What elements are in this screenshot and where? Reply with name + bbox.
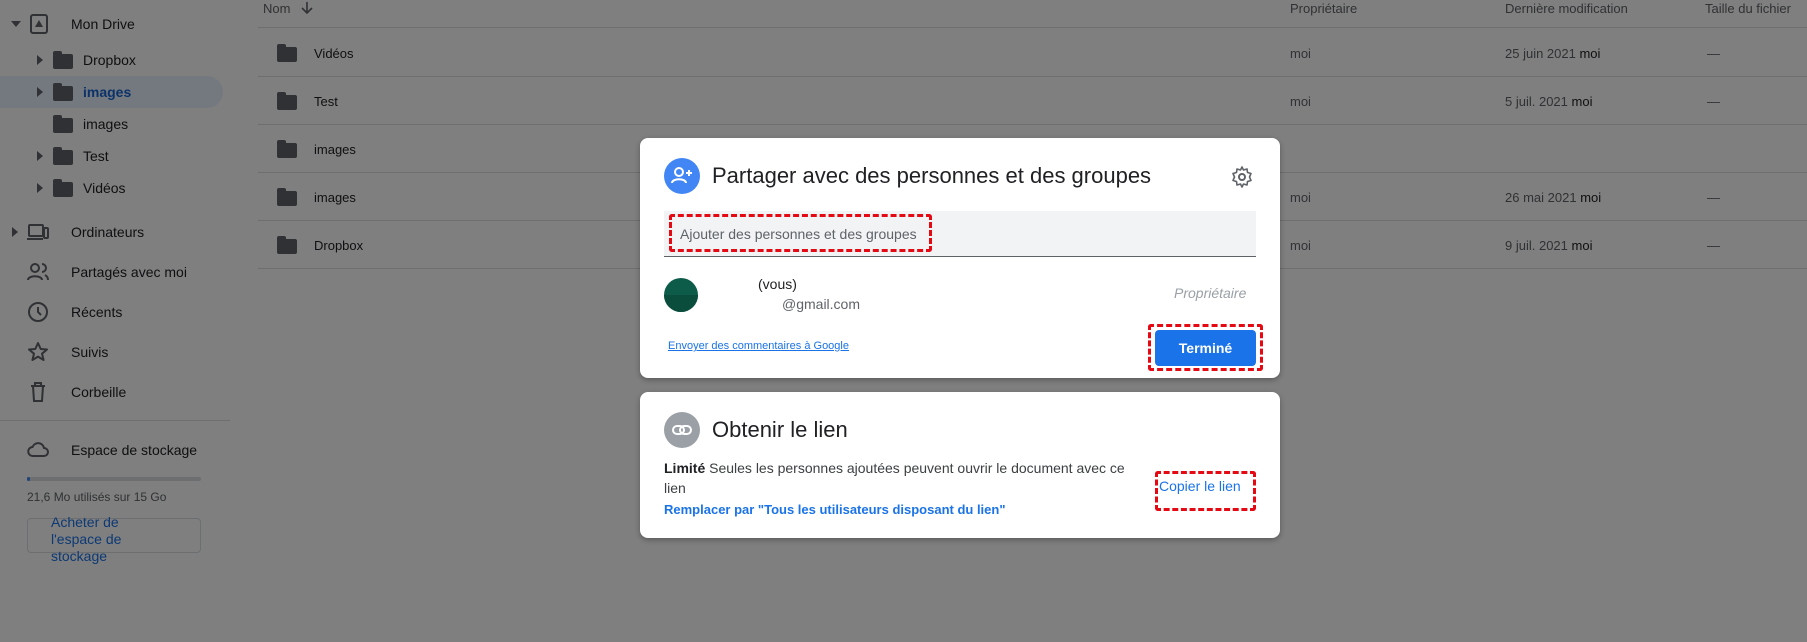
person-email: @gmail.com [782,296,861,312]
feedback-link[interactable]: Envoyer des commentaires à Google [668,340,849,352]
get-link-dialog: Obtenir le lien Limité Seules les person… [640,392,1280,538]
access-description-text: Seules les personnes ajoutées peuvent ou… [664,460,1125,496]
gear-icon[interactable] [1230,165,1254,189]
access-level: Limité [664,460,706,476]
get-link-title: Obtenir le lien [712,417,848,442]
highlight-add-input [669,214,932,252]
highlight-copy-link [1155,471,1256,511]
access-description: Limité Seules les personnes ajoutées peu… [664,458,1139,498]
avatar [664,278,698,312]
person-name: (vous) [758,276,797,292]
person-role: Propriétaire [1174,285,1247,301]
add-person-icon [664,158,700,194]
highlight-done-button [1148,324,1263,371]
share-dialog-title: Partager avec des personnes et des group… [712,163,1152,188]
change-link-access[interactable]: Remplacer par "Tous les utilisateurs dis… [664,502,1006,517]
link-icon [664,412,700,448]
share-dialog: Partager avec des personnes et des group… [640,138,1280,378]
